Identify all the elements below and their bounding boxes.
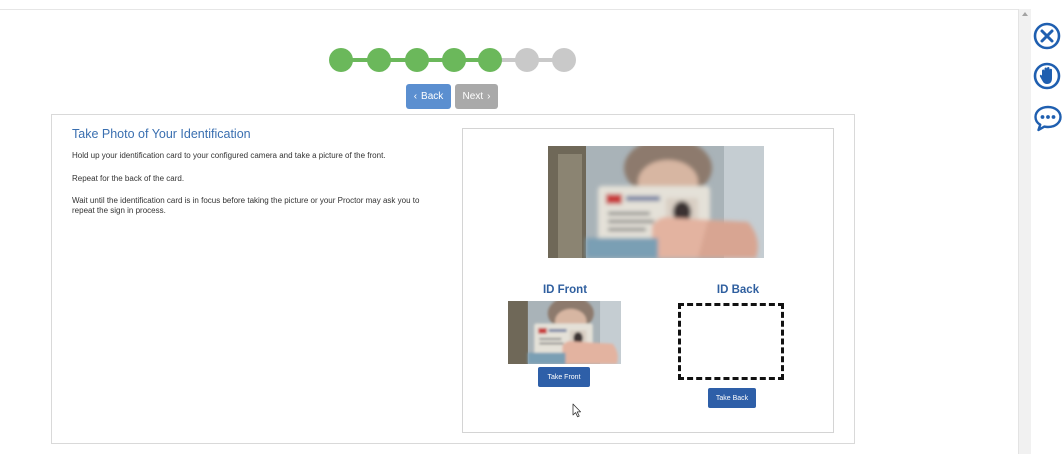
step-dot-4 [442,48,466,72]
step-dot-5 [478,48,502,72]
next-button-label: Next [462,91,484,102]
raise-hand-icon[interactable] [1033,62,1061,95]
step-dot-1 [329,48,353,72]
identification-panel: Take Photo of Your Identification Hold u… [51,114,855,444]
chevron-right-icon: › [487,91,491,102]
mouse-cursor-icon [572,403,581,418]
step-dot-6 [515,48,539,72]
close-circle-icon[interactable] [1033,22,1061,55]
id-front-thumbnail [508,301,621,364]
id-back-label: ID Back [716,284,760,296]
chat-bubble-icon[interactable] [1033,104,1062,139]
camera-preview [548,146,764,258]
instruction-paragraph: Repeat for the back of the card. [72,174,185,183]
step-dot-3 [405,48,429,72]
scroll-up-arrow[interactable] [1022,12,1028,16]
step-dot-2 [367,48,391,72]
id-back-placeholder [678,303,784,380]
top-divider [0,9,1018,10]
capture-area: ID Front ID Back Take Front Take Back [462,128,834,433]
take-front-button[interactable]: Take Front [538,367,590,387]
chevron-left-icon: ‹ [413,91,418,102]
back-button-label: Back [421,91,444,102]
step-dot-7 [552,48,576,72]
page-title: Take Photo of Your Identification [72,127,251,141]
instruction-paragraph: Hold up your identification card to your… [72,151,386,160]
scrollbar[interactable] [1018,9,1031,454]
take-back-button[interactable]: Take Back [708,388,756,408]
next-button[interactable]: Next › [455,84,498,109]
instruction-paragraph: Wait until the identification card is in… [72,196,420,215]
back-button[interactable]: ‹ Back [406,84,451,109]
id-front-label: ID Front [542,284,588,296]
